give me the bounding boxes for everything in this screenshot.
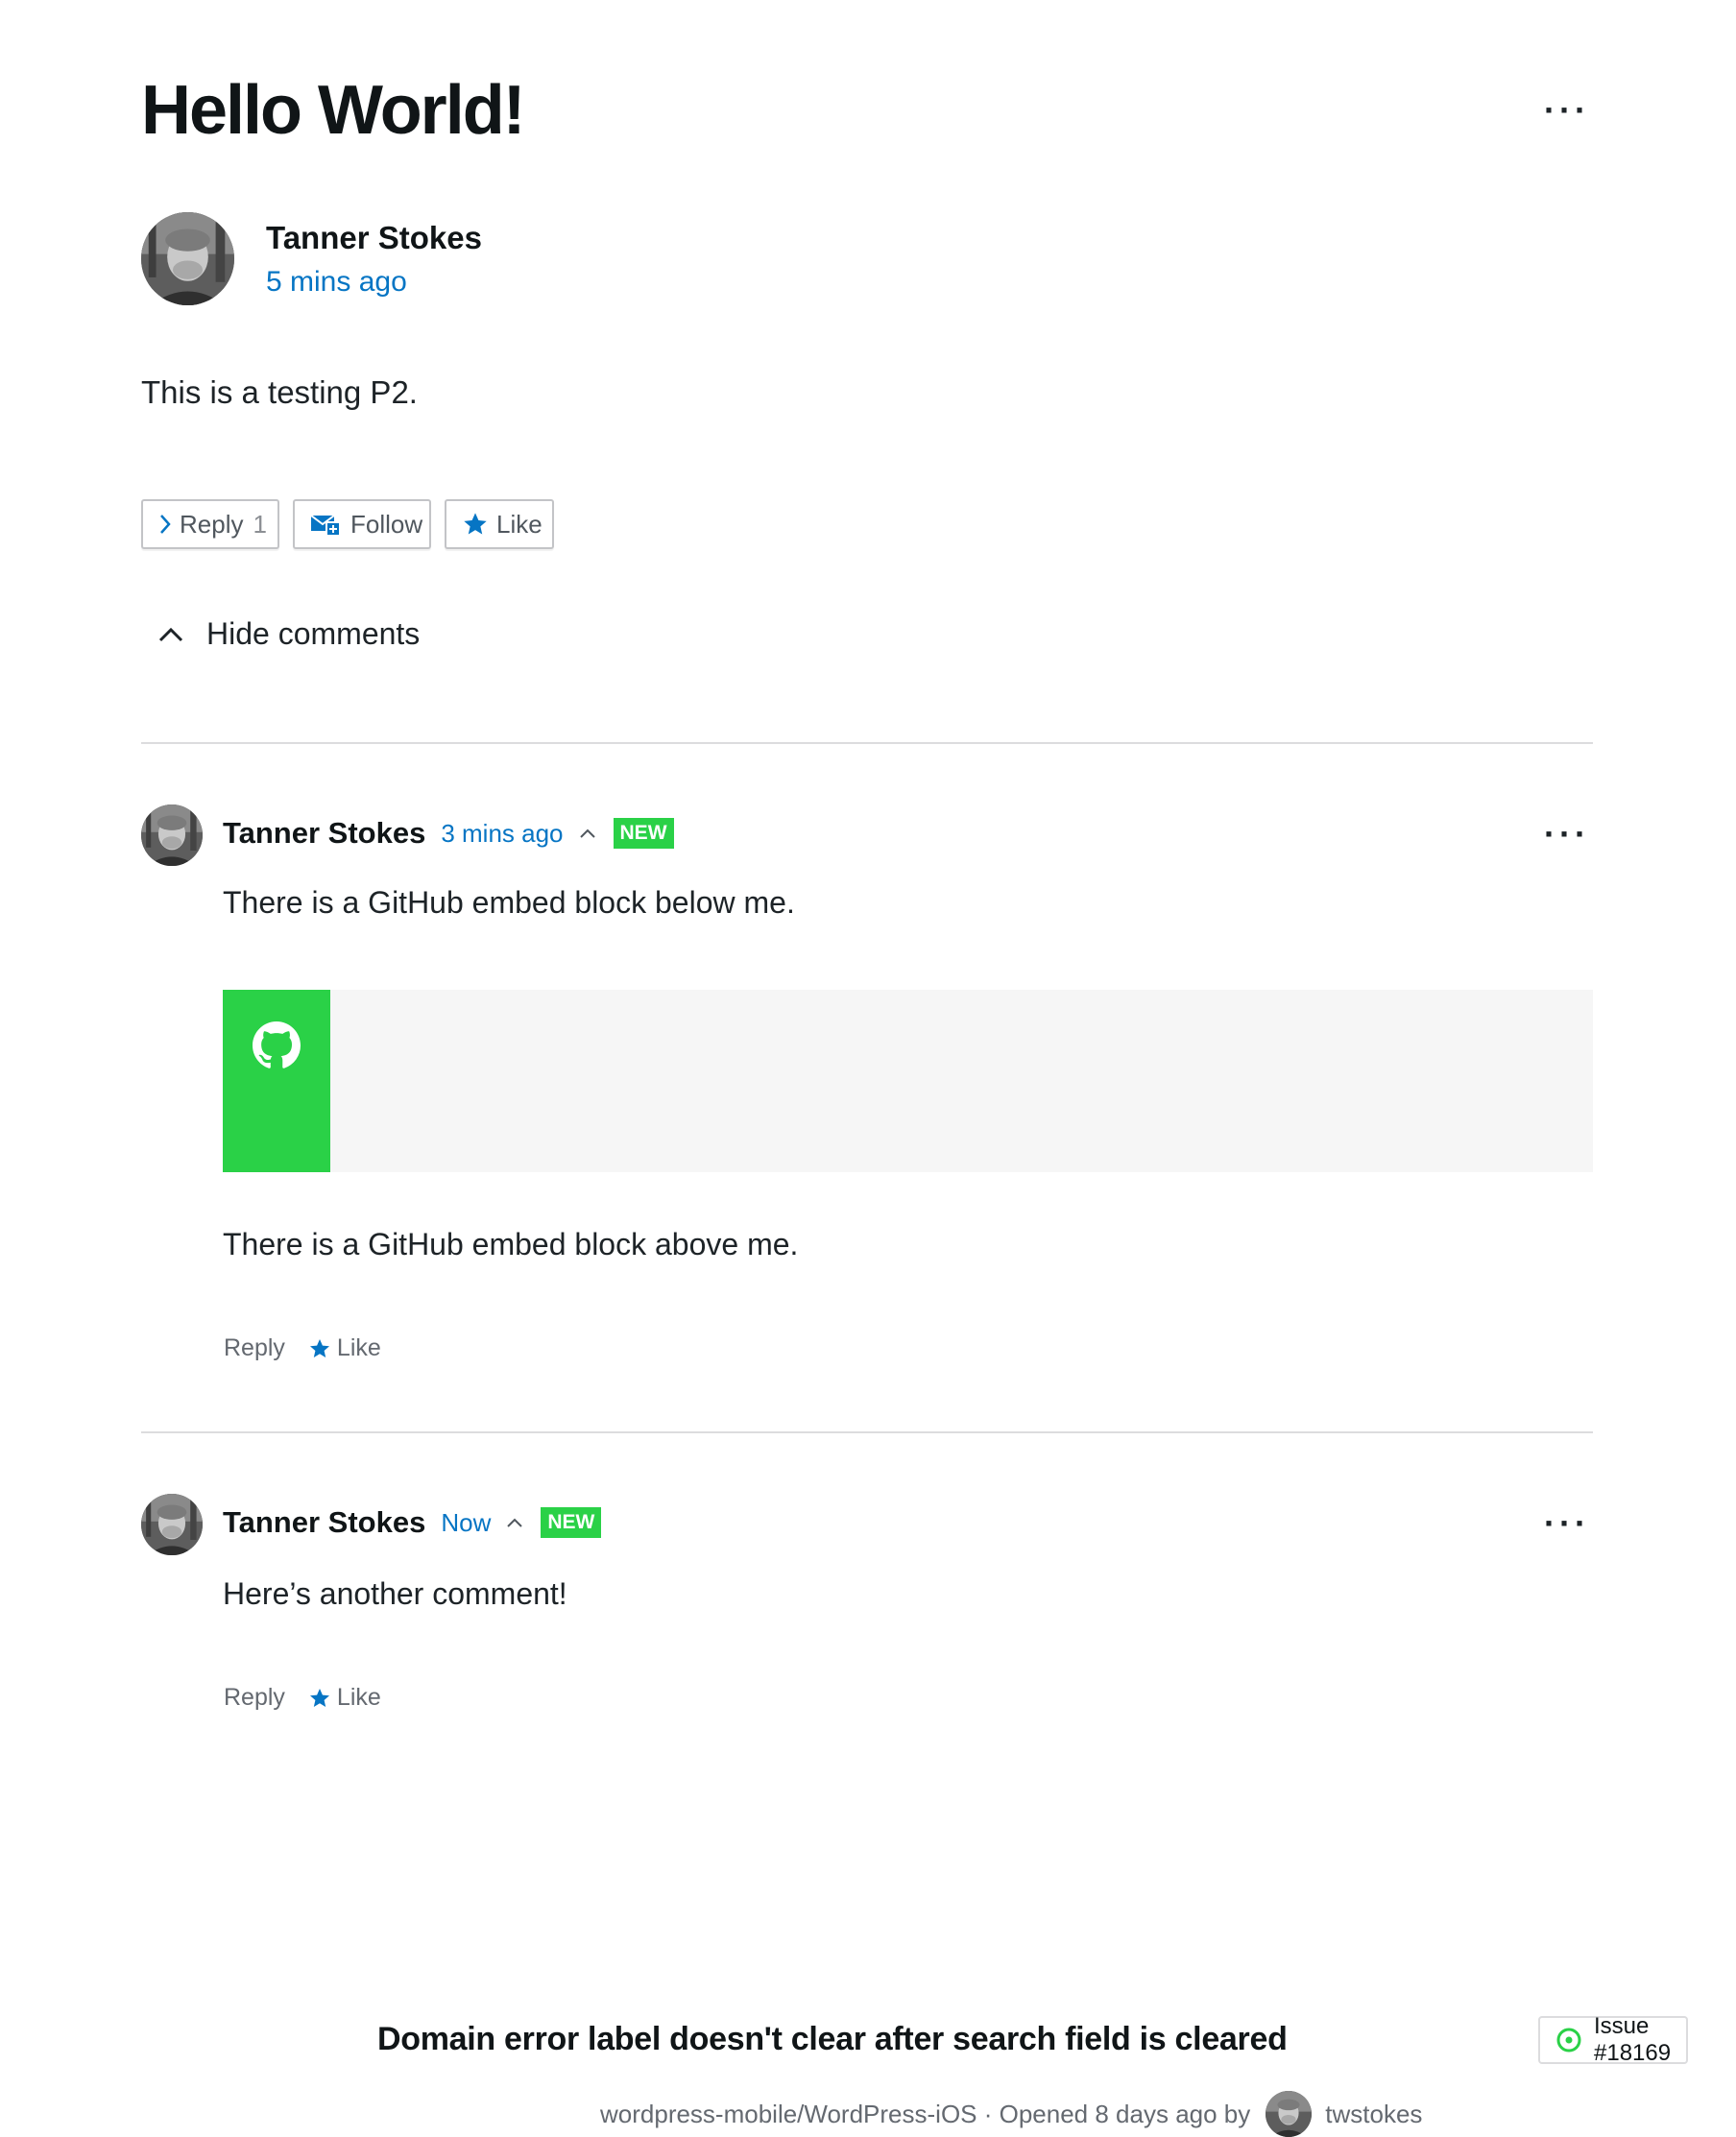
like-button[interactable]: Like — [445, 499, 554, 549]
star-icon — [308, 1337, 331, 1360]
comment-like-link[interactable]: Like — [308, 1334, 381, 1362]
github-issue-title[interactable]: Domain error label doesn't clear after s… — [377, 2021, 1288, 2058]
post-author-avatar[interactable] — [141, 212, 234, 305]
post-author-name[interactable]: Tanner Stokes — [266, 220, 482, 256]
chevron-up-icon[interactable] — [579, 828, 596, 839]
comment-header: Tanner Stokes Now NEW — [223, 1505, 602, 1540]
new-badge: NEW — [541, 1507, 602, 1538]
chevron-up-icon[interactable] — [506, 1517, 523, 1528]
comment-more-button[interactable]: ··· — [1538, 814, 1596, 853]
chevron-up-icon — [158, 627, 183, 642]
like-label: Like — [496, 509, 542, 539]
issue-open-icon — [1555, 2027, 1582, 2053]
comment-author-avatar[interactable] — [141, 804, 203, 866]
github-issue-meta: wordpress-mobile/WordPress-iOS · Opened … — [600, 2091, 1422, 2137]
star-icon — [308, 1687, 331, 1710]
comment-header: Tanner Stokes 3 mins ago NEW — [223, 816, 674, 851]
comment-like-label: Like — [336, 1334, 381, 1361]
comment-timestamp[interactable]: 3 mins ago — [441, 819, 563, 849]
github-embed-sidebar — [223, 990, 330, 1172]
post-title: Hello World! — [141, 72, 526, 149]
comment-like-link[interactable]: Like — [308, 1684, 381, 1712]
comment-more-button[interactable]: ··· — [1538, 1503, 1596, 1543]
issue-status-badge: Issue #18169 — [1538, 2013, 1689, 2066]
comment-timestamp[interactable]: Now — [441, 1508, 491, 1538]
avatar-photo — [1266, 2091, 1313, 2137]
github-icon — [253, 1021, 301, 1068]
follow-mail-icon — [310, 513, 343, 536]
hide-comments-label: Hide comments — [206, 616, 421, 651]
comment-actions: Reply Like — [224, 1334, 381, 1362]
avatar-photo — [141, 804, 203, 866]
comment-text: There is a GitHub embed block above me. — [223, 1227, 799, 1261]
post-timestamp[interactable]: 5 mins ago — [266, 266, 407, 299]
comment-text: Here’s another comment! — [223, 1576, 567, 1611]
issue-user-avatar — [1266, 2091, 1313, 2137]
github-embed[interactable]: Domain error label doesn't clear after s… — [223, 990, 1689, 2137]
ellipsis-icon: ··· — [1544, 814, 1590, 853]
issue-user-name[interactable]: twstokes — [1325, 2100, 1422, 2129]
comment-author-avatar[interactable] — [141, 1494, 203, 1555]
divider — [141, 742, 1593, 744]
ellipsis-icon: ··· — [1544, 1503, 1590, 1543]
avatar-photo — [141, 1494, 203, 1555]
comment-like-label: Like — [336, 1684, 381, 1711]
comment-text: There is a GitHub embed block below me. — [223, 885, 795, 920]
hide-comments-toggle[interactable]: Hide comments — [158, 616, 420, 652]
reply-button[interactable]: Reply 1 — [141, 499, 279, 549]
post-body: This is a testing P2. — [141, 374, 418, 410]
avatar-photo — [141, 212, 234, 305]
new-badge: NEW — [613, 818, 674, 849]
reply-label: Reply — [180, 509, 244, 539]
follow-label: Follow — [350, 509, 423, 539]
star-icon — [462, 511, 489, 538]
issue-number-label: Issue #18169 — [1594, 2013, 1672, 2066]
chevron-right-icon — [158, 514, 172, 535]
comment-author-name[interactable]: Tanner Stokes — [223, 816, 425, 851]
post-more-button[interactable]: ··· — [1538, 90, 1596, 130]
comment-author-name[interactable]: Tanner Stokes — [223, 1505, 425, 1540]
comment-actions: Reply Like — [224, 1684, 381, 1712]
comment-reply-link[interactable]: Reply — [224, 1684, 285, 1712]
ellipsis-icon: ··· — [1544, 90, 1590, 130]
divider — [141, 1431, 1593, 1433]
follow-button[interactable]: Follow — [293, 499, 431, 549]
reply-count: 1 — [253, 509, 267, 539]
comment-reply-link[interactable]: Reply — [224, 1334, 285, 1362]
issue-meta-text: wordpress-mobile/WordPress-iOS · Opened … — [600, 2099, 1251, 2128]
